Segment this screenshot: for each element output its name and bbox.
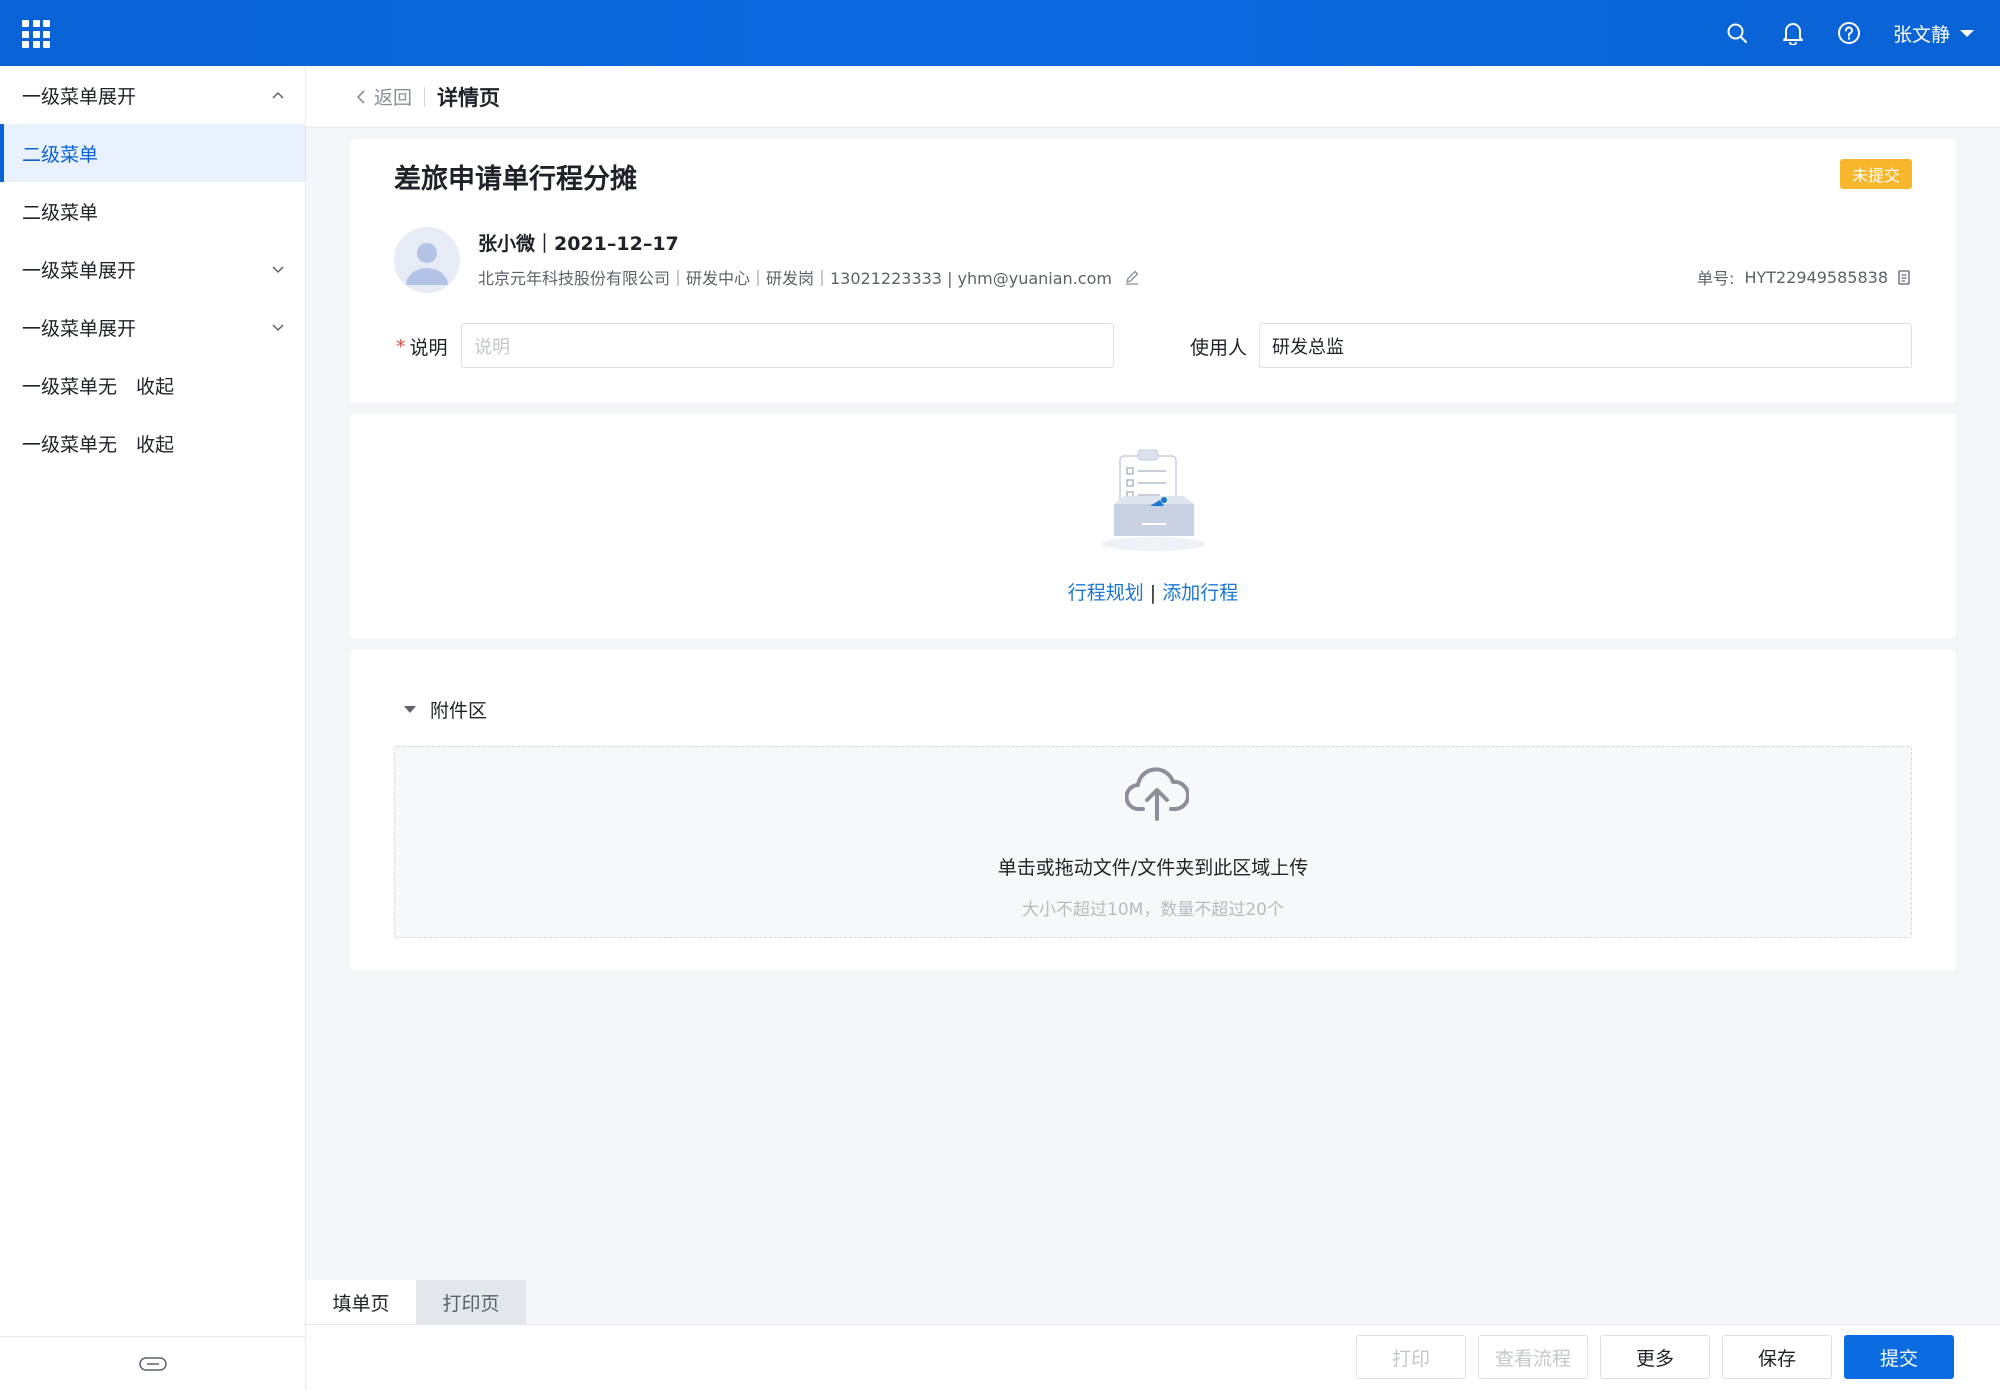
user-value: 研发总监 — [1272, 336, 1344, 358]
sidebar-item-level2-active[interactable]: 二级菜单 — [0, 124, 305, 182]
page-tabs: 填单页 打印页 — [306, 1280, 526, 1324]
document-title: 差旅申请单行程分摊 — [394, 164, 637, 195]
avatar — [394, 227, 460, 293]
help-icon[interactable] — [1837, 21, 1861, 45]
caret-down-icon — [404, 706, 416, 713]
itinerary-separator: | — [1149, 582, 1157, 604]
user-label-text: 使用人 — [1190, 337, 1248, 359]
more-button[interactable]: 更多 — [1600, 1335, 1710, 1379]
order-number-value: HYT22949585838 — [1744, 267, 1888, 287]
upload-dropzone[interactable]: 单击或拖动文件/文件夹到此区域上传 大小不超过10M，数量不超过20个 — [394, 746, 1912, 938]
itinerary-card: 行程规划 | 添加行程 — [350, 414, 1956, 638]
print-button[interactable]: 打印 — [1356, 1335, 1466, 1379]
chevron-down-icon — [272, 324, 284, 332]
cloud-upload-icon — [1125, 767, 1189, 821]
description-placeholder: 说明 — [474, 336, 510, 358]
document-header-card: 差旅申请单行程分摊 未提交 张小微｜2021–12–17 北京元年科技股份有限公… — [350, 139, 1956, 403]
description-input[interactable]: 说明 — [461, 323, 1114, 368]
save-button[interactable]: 保存 — [1722, 1335, 1832, 1379]
required-mark: * — [396, 335, 406, 358]
caret-down-icon — [1960, 29, 1974, 37]
upload-hint: 大小不超过10M，数量不超过20个 — [1022, 900, 1284, 920]
bell-icon[interactable] — [1781, 21, 1805, 45]
sidebar-item-label: 一级菜单无 收起 — [22, 433, 175, 456]
top-bar: 张文静 — [0, 0, 2000, 66]
upload-instruction: 单击或拖动文件/文件夹到此区域上传 — [997, 857, 1309, 879]
order-number-label: 单号: — [1697, 269, 1735, 288]
sidebar-item-label: 一级菜单展开 — [22, 317, 137, 340]
breadcrumb-divider — [424, 86, 426, 107]
edit-icon[interactable] — [1124, 269, 1140, 285]
attachment-title: 附件区 — [430, 700, 488, 722]
action-footer: 打印 查看流程 更多 保存 提交 — [306, 1324, 2000, 1390]
user-input[interactable]: 研发总监 — [1259, 323, 1912, 368]
submit-button[interactable]: 提交 — [1844, 1335, 1954, 1379]
sidebar-item-level1-collapsed-b[interactable]: 一级菜单展开 — [0, 298, 305, 356]
chevron-up-icon — [272, 91, 284, 99]
chevron-left-icon — [356, 89, 365, 104]
sidebar-collapse-toggle[interactable] — [0, 1336, 306, 1390]
order-number: 单号: HYT22949585838 — [1697, 265, 1912, 289]
main-content: 返回 详情页 差旅申请单行程分摊 未提交 张小微｜2021–12–17 北京元年… — [306, 66, 2000, 1390]
user-avatar-icon — [406, 243, 448, 285]
empty-itinerary-illustration — [1102, 449, 1206, 551]
sidebar-item-level1-collapsed-a[interactable]: 一级菜单展开 — [0, 240, 305, 298]
description-label-text: 说明 — [409, 337, 448, 359]
collapse-sidebar-icon — [139, 1356, 167, 1371]
sidebar-item-leaf-b[interactable]: 一级菜单无 收起 — [0, 414, 305, 472]
sidebar-item-label: 一级菜单展开 — [22, 259, 137, 282]
back-link[interactable]: 返回 — [356, 83, 412, 110]
breadcrumb: 返回 详情页 — [306, 66, 2000, 128]
attachment-section-toggle[interactable]: 附件区 — [404, 696, 487, 723]
applicant-line: 张小微｜2021–12–17 — [478, 233, 679, 255]
sidebar-item-level2[interactable]: 二级菜单 — [0, 182, 305, 240]
sidebar-item-leaf-a[interactable]: 一级菜单无 收起 — [0, 356, 305, 414]
view-flow-button[interactable]: 查看流程 — [1478, 1335, 1588, 1379]
app-grid-icon[interactable] — [22, 20, 50, 48]
search-icon[interactable] — [1725, 21, 1749, 45]
status-badge: 未提交 — [1839, 159, 1912, 189]
sidebar-item-label: 一级菜单无 收起 — [22, 375, 175, 398]
back-label: 返回 — [374, 87, 413, 109]
page-title: 详情页 — [437, 85, 501, 110]
itinerary-actions: 行程规划 | 添加行程 — [350, 578, 1956, 605]
sidebar-item-level1-expanded[interactable]: 一级菜单展开 — [0, 66, 305, 124]
copy-icon[interactable] — [1896, 269, 1912, 285]
add-itinerary-link[interactable]: 添加行程 — [1162, 582, 1238, 604]
applicant-info-text: 北京元年科技股份有限公司｜研发中心｜研发岗｜13021223333 | yhm@… — [478, 269, 1112, 288]
attachment-card: 附件区 单击或拖动文件/文件夹到此区域上传 大小不超过10M，数量不超过20个 — [350, 650, 1956, 970]
description-label: * 说明 — [396, 333, 448, 360]
itinerary-plan-link[interactable]: 行程规划 — [1068, 582, 1144, 604]
sidebar-item-label: 二级菜单 — [22, 143, 99, 166]
sidebar-item-label: 一级菜单展开 — [22, 85, 137, 108]
user-name: 张文静 — [1892, 23, 1950, 46]
user-menu[interactable]: 张文静 — [1893, 20, 1974, 47]
applicant-info: 北京元年科技股份有限公司｜研发中心｜研发岗｜13021223333 | yhm@… — [478, 265, 1140, 289]
top-actions: 张文静 — [1725, 0, 2000, 66]
tab-print-page[interactable]: 打印页 — [416, 1280, 526, 1324]
sidebar: 一级菜单展开 二级菜单 二级菜单 一级菜单展开 一级菜单展开 一级菜单无 收起 … — [0, 66, 306, 1390]
sidebar-item-label: 二级菜单 — [22, 201, 99, 224]
tab-fill-page[interactable]: 填单页 — [306, 1280, 416, 1324]
chevron-down-icon — [272, 266, 284, 274]
user-label: 使用人 — [1190, 333, 1247, 360]
